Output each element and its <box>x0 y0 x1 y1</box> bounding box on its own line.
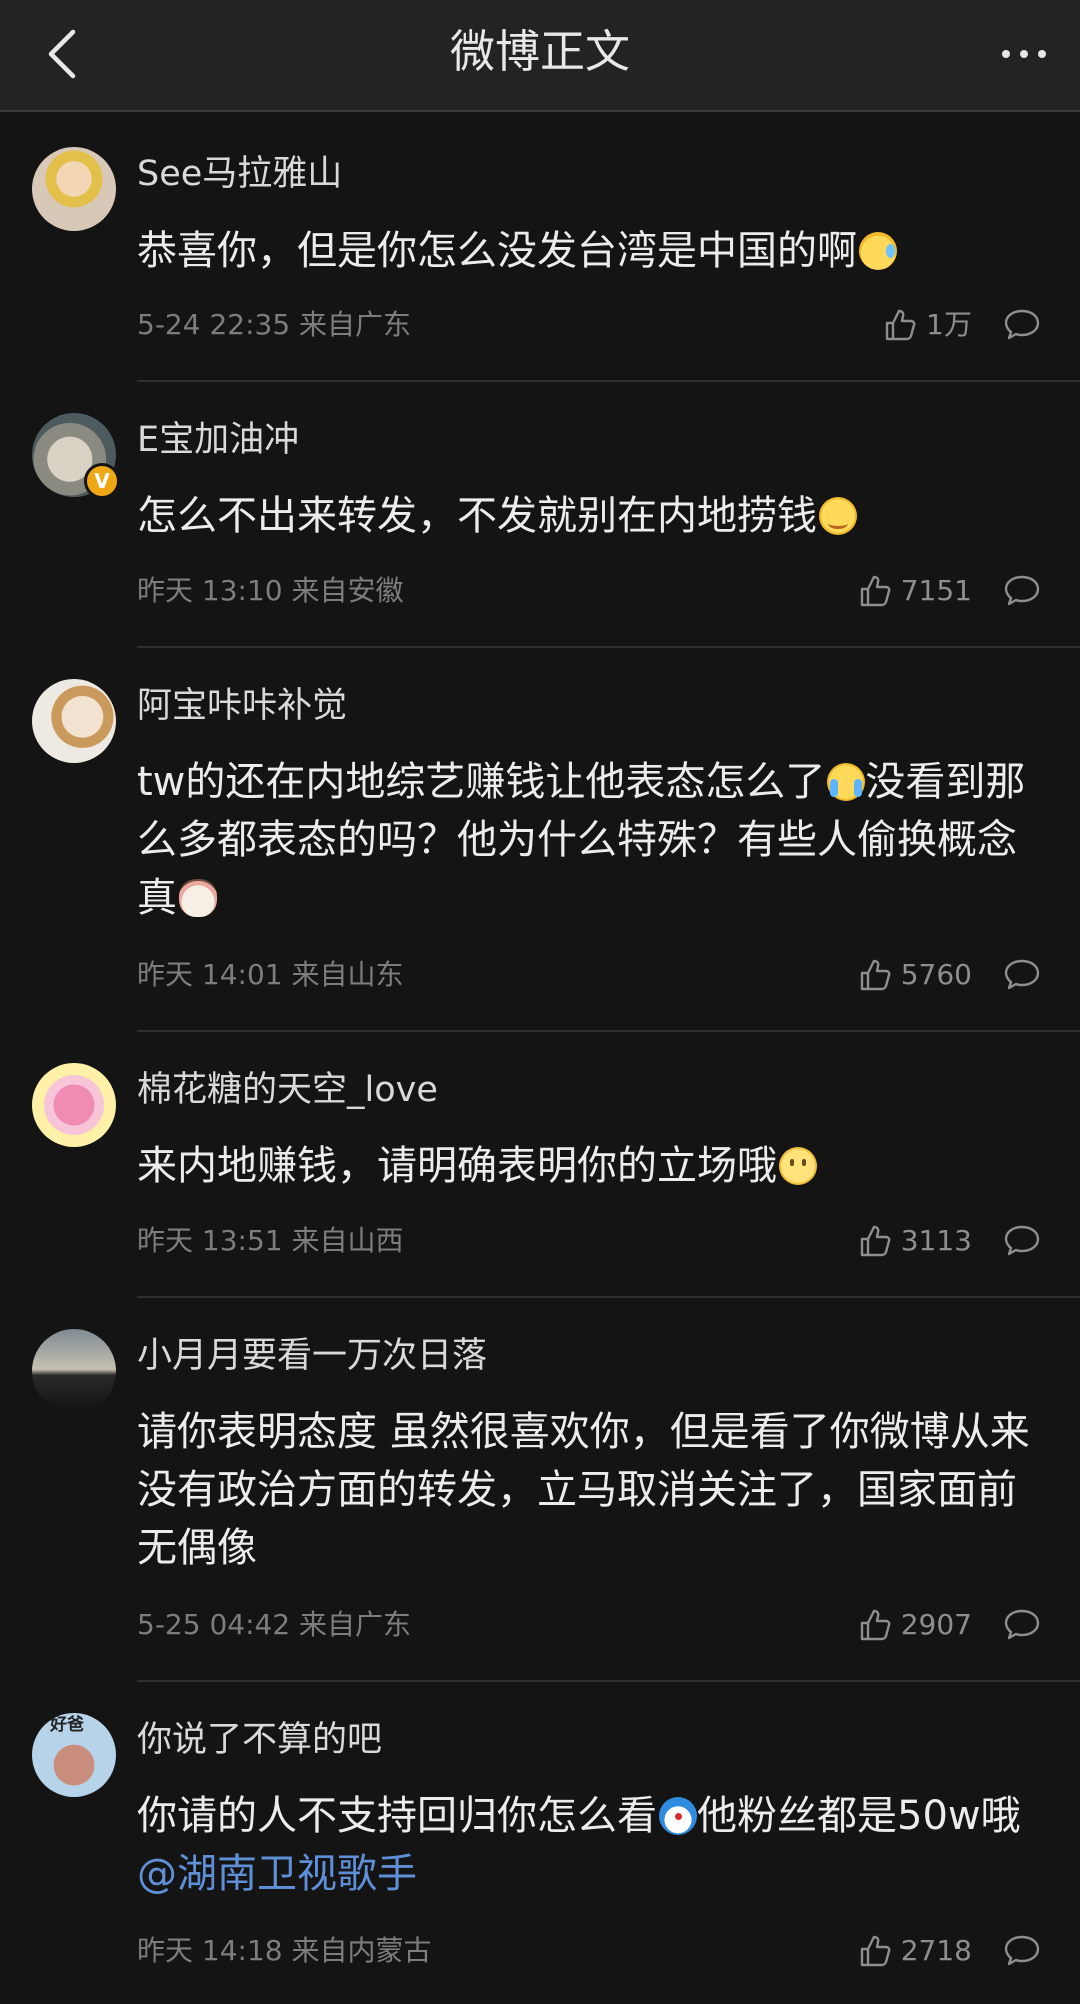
slight-smile-emoji-icon <box>779 1147 817 1185</box>
comment-text-content: tw的还在内地综艺赚钱让他表态怎么了 <box>137 759 826 805</box>
comment-meta: 昨天 13:10 来自安徽 <box>137 574 404 607</box>
comment-text: 恭喜你，但是你怎么没发台湾是中国的啊 <box>137 222 1037 280</box>
comment-text-content: 你请的人不支持回归你怎么看 <box>137 1793 657 1839</box>
like-button[interactable]: 2718 <box>859 1933 972 1969</box>
username[interactable]: 小月月要看一万次日落 <box>137 1334 487 1378</box>
comment-bubble-icon[interactable] <box>1002 1607 1042 1643</box>
thumbs-up-icon <box>860 1609 891 1641</box>
thumbs-up-icon <box>885 309 916 341</box>
comment-text: 请你表明态度 虽然很喜欢你，但是看了你微博从来没有政治方面的转发，立马取消关注了… <box>137 1409 1030 1571</box>
like-button[interactable]: 2907 <box>859 1607 972 1643</box>
divider <box>137 1296 1080 1298</box>
comment-meta: 昨天 13:51 来自山西 <box>137 1224 404 1257</box>
like-count: 5760 <box>900 958 972 991</box>
comment-text-content: 恭喜你，但是你怎么没发台湾是中国的啊 <box>137 228 857 274</box>
username[interactable]: 你说了不算的吧 <box>137 1718 382 1762</box>
crying-emoji-icon <box>827 763 866 801</box>
comment-text: tw的还在内地综艺赚钱让他表态怎么了 没看到那么多都表态的吗？他为什么特殊？有些人… <box>137 753 1037 927</box>
comment-text: 你请的人不支持回归你怎么看 他粉丝都是50w哦 @湖南卫视歌手 <box>137 1787 1037 1903</box>
username[interactable]: 阿宝咔咔补觉 <box>137 684 347 728</box>
divider <box>137 1680 1080 1682</box>
comment-item[interactable]: 小月月要看一万次日落 请你表明态度 虽然很喜欢你，但是看了你微博从来没有政治方面… <box>0 1300 1080 1684</box>
like-count: 2718 <box>900 1934 972 1967</box>
more-dot-icon <box>1020 50 1028 58</box>
avatar-badge-text: 好爸 <box>50 1715 84 1735</box>
comment-text: 来内地赚钱，请明确表明你的立场哦 <box>137 1137 1037 1195</box>
like-button[interactable]: 1万 <box>884 307 972 343</box>
like-button[interactable]: 7151 <box>859 573 972 609</box>
comment-bubble-icon[interactable] <box>1002 1933 1042 1969</box>
avatar[interactable] <box>32 1063 116 1147</box>
like-button[interactable]: 3113 <box>859 1223 972 1259</box>
like-count: 7151 <box>900 574 972 607</box>
page-title: 微博正文 <box>449 25 630 78</box>
like-count: 2907 <box>900 1608 972 1641</box>
top-nav-bar: 微博正文 <box>0 0 1080 112</box>
avatar[interactable] <box>32 1329 116 1413</box>
thumbs-up-icon <box>860 1225 891 1257</box>
mention-link[interactable]: @湖南卫视歌手 <box>137 1851 417 1897</box>
username[interactable]: See马拉雅山 <box>137 152 342 196</box>
divider <box>137 1030 1080 1032</box>
comment-item[interactable]: See马拉雅山 恭喜你，但是你怎么没发台湾是中国的啊 5-24 22:35 来自… <box>0 118 1080 383</box>
smile-emoji-icon <box>819 497 857 535</box>
comment-bubble-icon[interactable] <box>1002 573 1042 609</box>
more-dot-icon <box>1038 50 1046 58</box>
avatar[interactable]: 好爸 <box>32 1713 116 1797</box>
more-options-button[interactable] <box>994 26 1054 82</box>
comment-meta: 5-24 22:35 来自广东 <box>137 308 412 341</box>
comment-item[interactable]: 棉花糖的天空_love 来内地赚钱，请明确表明你的立场哦 昨天 13:51 来自… <box>0 1034 1080 1300</box>
more-dot-icon <box>1002 50 1010 58</box>
divider <box>137 646 1080 648</box>
like-count: 1万 <box>926 308 972 341</box>
comment-bubble-icon[interactable] <box>1002 1223 1042 1259</box>
like-count: 3113 <box>900 1224 972 1257</box>
cold-sweat-emoji-icon <box>859 232 897 270</box>
username[interactable]: 棉花糖的天空_love <box>137 1068 438 1112</box>
comment-meta: 昨天 14:01 来自山东 <box>137 958 404 991</box>
comment-item[interactable]: 阿宝咔咔补觉 tw的还在内地综艺赚钱让他表态怎么了 没看到那么多都表态的吗？他为什… <box>0 650 1080 1034</box>
divider <box>137 380 1080 382</box>
username[interactable]: E宝加油冲 <box>137 418 299 462</box>
comment-text-content: 怎么不出来转发，不发就别在内地捞钱 <box>137 493 817 539</box>
comment-text-content-continued: 他粉丝都是50w哦 <box>697 1793 1021 1839</box>
thumbs-up-icon <box>860 575 891 607</box>
avatar[interactable] <box>32 147 116 231</box>
avatar[interactable] <box>32 679 116 763</box>
comment-text: 怎么不出来转发，不发就别在内地捞钱 <box>137 487 1037 545</box>
comment-bubble-icon[interactable] <box>1002 307 1042 343</box>
comment-item[interactable]: V E宝加油冲 怎么不出来转发，不发就别在内地捞钱 昨天 13:10 来自安徽 … <box>0 384 1080 650</box>
thumbs-up-icon <box>860 959 891 991</box>
comment-bubble-icon[interactable] <box>1002 957 1042 993</box>
comment-item[interactable]: 好爸 你说了不算的吧 你请的人不支持回归你怎么看 他粉丝都是50w哦 @湖南卫视歌手… <box>0 1684 1080 2004</box>
comment-meta: 5-25 04:42 来自广东 <box>137 1608 412 1641</box>
verified-badge-icon: V <box>84 463 120 499</box>
thumbs-up-icon <box>860 1935 891 1967</box>
cow-emoji-icon <box>179 879 217 917</box>
comment-text-content: 来内地赚钱，请明确表明你的立场哦 <box>137 1143 777 1189</box>
like-button[interactable]: 5760 <box>859 957 972 993</box>
doraemon-emoji-icon <box>659 1797 697 1835</box>
comment-meta: 昨天 14:18 来自内蒙古 <box>137 1934 432 1967</box>
